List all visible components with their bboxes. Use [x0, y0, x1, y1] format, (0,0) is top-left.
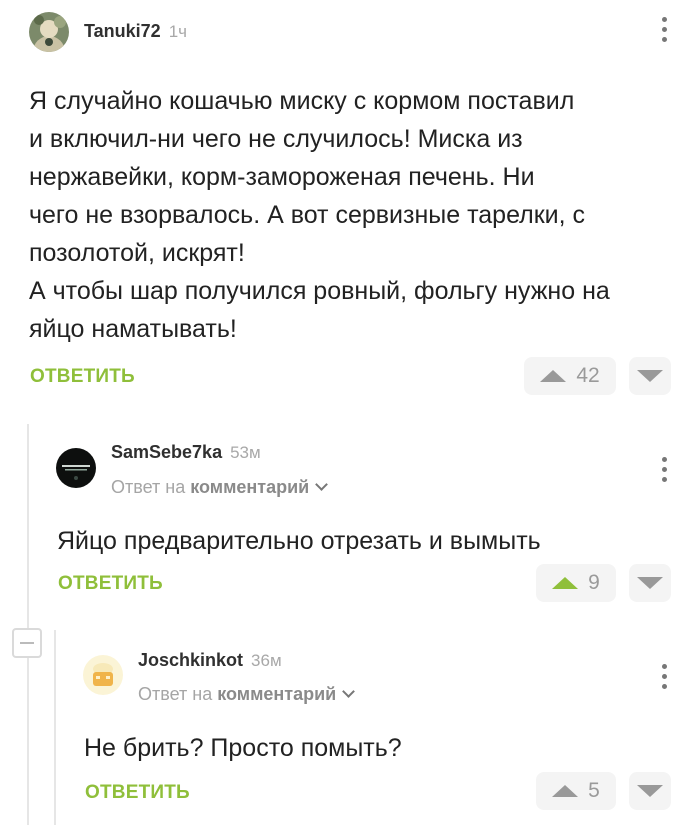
chevron-down-icon	[315, 478, 329, 491]
vote-count: 42	[576, 364, 600, 387]
more-options-icon[interactable]	[660, 664, 668, 689]
triangle-down-icon	[637, 370, 663, 382]
comment-time: 1ч	[168, 22, 188, 41]
vote-count: 5	[588, 779, 600, 802]
triangle-down-icon	[637, 785, 663, 797]
avatar[interactable]	[56, 448, 96, 488]
thread-line[interactable]	[27, 424, 29, 825]
comment-text: Яйцо предварительно отрезать и вымыть	[57, 527, 541, 555]
triangle-up-icon	[552, 577, 579, 589]
reply-button[interactable]: ОТВЕТИТЬ	[58, 573, 163, 595]
downvote-button[interactable]	[629, 357, 671, 395]
comment-time: 36м	[251, 651, 282, 670]
username[interactable]: Tanuki72 1ч	[84, 21, 187, 42]
reply-to-link[interactable]: Ответ на комментарий	[138, 684, 356, 705]
username[interactable]: SamSebe7ka 53м	[111, 442, 261, 463]
reply-button[interactable]: ОТВЕТИТЬ	[30, 366, 135, 388]
avatar[interactable]	[29, 12, 69, 52]
username[interactable]: Joschkinkot 36м	[138, 650, 282, 671]
triangle-down-icon	[637, 577, 663, 589]
triangle-up-icon	[552, 785, 579, 797]
comment-text: Не брить? Просто помыть?	[84, 734, 402, 762]
chevron-down-icon	[342, 685, 356, 698]
upvote-button[interactable]: 42	[524, 357, 616, 395]
collapse-thread-button[interactable]	[12, 628, 42, 658]
upvote-button[interactable]: 5	[536, 772, 616, 810]
more-options-icon[interactable]	[660, 457, 668, 482]
avatar[interactable]	[83, 655, 123, 695]
more-options-icon[interactable]	[660, 17, 668, 42]
minus-icon	[20, 642, 34, 644]
downvote-button[interactable]	[629, 772, 671, 810]
reply-to-link[interactable]: Ответ на комментарий	[111, 477, 329, 498]
downvote-button[interactable]	[629, 564, 671, 602]
triangle-up-icon	[540, 370, 567, 382]
comment-time: 53м	[230, 443, 261, 462]
comment-text: Я случайно кошачью миску с кормом постав…	[29, 87, 610, 343]
reply-button[interactable]: ОТВЕТИТЬ	[85, 782, 190, 804]
upvote-button[interactable]: 9	[536, 564, 616, 602]
thread-line[interactable]	[54, 630, 56, 825]
vote-count: 9	[588, 571, 600, 594]
